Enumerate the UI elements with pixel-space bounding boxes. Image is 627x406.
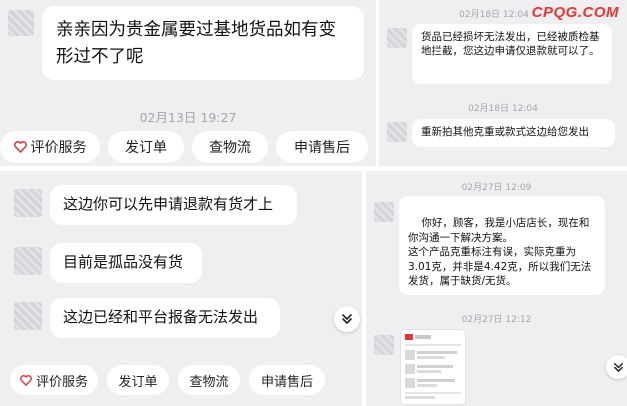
chevron-double-down-icon: [613, 362, 623, 372]
avatar[interactable]: [14, 247, 42, 275]
message-text: 这边你可以先申请退款有货才上: [63, 195, 274, 213]
action-label: 发订单: [125, 140, 167, 156]
after-sales-button[interactable]: 申请售后: [249, 365, 325, 395]
send-order-button[interactable]: 发订单: [107, 365, 169, 395]
avatar[interactable]: [387, 122, 407, 142]
action-label: 评价服务: [30, 140, 87, 156]
message-text: 重新拍其他克重或款式这边给您发出: [421, 126, 589, 138]
heart-icon: [13, 141, 27, 153]
message-bubble: 重新拍其他克重或款式这边给您发出: [412, 119, 615, 147]
message-text: 亲亲因为贵金属要过基地货品如有变形过不了呢: [56, 20, 336, 68]
action-label: 发订单: [118, 374, 158, 390]
rate-service-button[interactable]: 评价服务: [0, 131, 100, 163]
avatar[interactable]: [374, 335, 394, 355]
action-label: 查物流: [209, 140, 251, 156]
timestamp: 02月27日 12:09: [461, 183, 532, 193]
message-text: 你好，顾客，我是小店店长，现在和你沟通一下解决方案。 这个产品克重标注有误，实际…: [408, 217, 592, 288]
scroll-down-button[interactable]: [606, 355, 627, 379]
send-order-button[interactable]: 发订单: [108, 131, 184, 163]
avatar[interactable]: [374, 202, 394, 222]
action-label: 查物流: [189, 374, 229, 390]
message-text: 货品已经损坏无法发出，已经被质检基地拦截，您这边申请仅退款就可以了。: [421, 31, 600, 58]
chat-panel-3: 这边你可以先申请退款有货才上 目前是孤品没有货 这边已经和平台报备无法发出 评价…: [0, 171, 362, 406]
avatar[interactable]: [14, 302, 42, 330]
message-bubble: 你好，顾客，我是小店店长，现在和你沟通一下解决方案。 这个产品克重标注有误，实际…: [399, 196, 605, 295]
message-bubble: 货品已经损坏无法发出，已经被质检基地拦截，您这边申请仅退款就可以了。: [412, 24, 612, 84]
avatar[interactable]: [387, 28, 407, 48]
action-label: 申请售后: [260, 374, 313, 390]
action-bar: 评价服务 发订单 查物流 申请售后: [10, 365, 325, 395]
chat-panel-2: CPQG.COM 02月18日 12:04 货品已经损坏无法发出，已经被质检基地…: [379, 0, 627, 166]
avatar[interactable]: [8, 10, 34, 36]
image-attachment[interactable]: [400, 329, 466, 405]
avatar[interactable]: [14, 189, 42, 217]
chat-panel-4: 02月27日 12:09 你好，顾客，我是小店店长，现在和你沟通一下解决方案。 …: [366, 171, 627, 406]
track-logistics-button[interactable]: 查物流: [178, 365, 240, 395]
action-bar: 评价服务 发订单 查物流 申请售后: [0, 131, 368, 163]
chevron-double-down-icon: [342, 314, 352, 324]
message-bubble: 这边你可以先申请退款有货才上: [50, 185, 297, 225]
timestamp: 02月18日 12:04: [468, 104, 538, 114]
rate-service-button[interactable]: 评价服务: [10, 365, 98, 395]
timestamp: 02月18日 12:04: [459, 10, 529, 20]
message-text: 目前是孤品没有货: [63, 253, 184, 271]
action-label: 申请售后: [294, 140, 350, 156]
timestamp: 02月13日 19:27: [139, 110, 237, 125]
heart-icon: [20, 374, 32, 386]
message-bubble: 目前是孤品没有货: [50, 243, 202, 283]
message-text: 这边已经和平台报备无法发出: [63, 308, 259, 326]
track-logistics-button[interactable]: 查物流: [192, 131, 268, 163]
message-bubble: 亲亲因为贵金属要过基地货品如有变形过不了呢: [42, 6, 364, 80]
chat-panel-1: 亲亲因为贵金属要过基地货品如有变形过不了呢 02月13日 19:27 评价服务 …: [0, 0, 376, 166]
action-label: 评价服务: [35, 374, 88, 390]
scroll-down-button[interactable]: [334, 306, 360, 332]
after-sales-button[interactable]: 申请售后: [276, 131, 368, 163]
message-bubble: 这边已经和平台报备无法发出: [50, 298, 280, 338]
timestamp: 02月27日 12:12: [461, 315, 532, 325]
